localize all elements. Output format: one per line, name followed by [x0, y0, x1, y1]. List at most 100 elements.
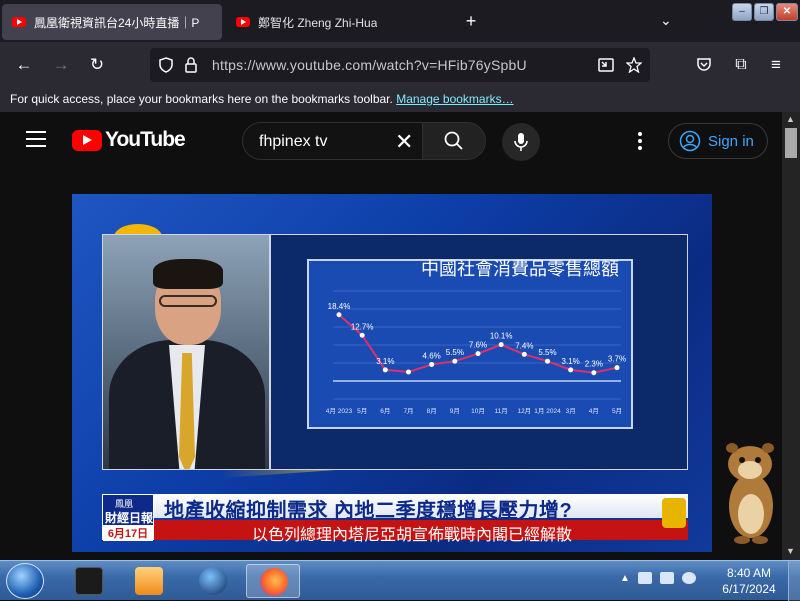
show-desktop-button[interactable] [788, 561, 800, 601]
media-player-icon [135, 567, 163, 595]
url-text: https://www.youtube.com/watch?v=HFib76yS… [212, 57, 527, 73]
url-bar[interactable]: https://www.youtube.com/watch?v=HFib76yS… [150, 48, 650, 82]
show-badge: 鳳凰 財經日報 6月17日 [102, 494, 154, 541]
data-point [521, 351, 527, 357]
clock-date: 6/17/2024 [722, 582, 776, 596]
taskbar-item-globe[interactable] [186, 564, 240, 598]
x-tick-label: 9月 [450, 407, 460, 415]
data-label: 3.7% [608, 355, 626, 364]
pocket-icon[interactable] [696, 56, 712, 72]
page-scrollbar[interactable]: ▲ ▼ [782, 112, 800, 560]
bookmarks-hint-text: For quick access, place your bookmarks h… [10, 92, 393, 106]
scroll-down-arrow-icon[interactable]: ▼ [786, 546, 795, 556]
data-label: 10.1% [490, 332, 513, 341]
presenter-hair [153, 259, 223, 289]
youtube-page: YouTube fhpinex tv ✕ Sign in 18.4% 4月 20… [0, 112, 782, 560]
navigation-toolbar: ← → ↻ https://www.youtube.com/watch?v=HF… [0, 42, 800, 88]
account-icon [679, 130, 701, 152]
settings-more-icon[interactable] [634, 132, 646, 152]
tab-label: 鄭智化 Zheng Zhi-Hua [258, 15, 378, 30]
scroll-up-arrow-icon[interactable]: ▲ [786, 114, 795, 124]
system-clock[interactable]: 8:40 AM 6/17/2024 [718, 565, 780, 597]
youtube-favicon-icon [12, 17, 26, 27]
x-tick-label: 1月 2024 [534, 407, 561, 415]
tab-phoenix-live[interactable]: 鳳凰衛視資訊台24小時直播｜P [2, 4, 222, 40]
x-tick-label: 6月 [380, 407, 390, 415]
tray-display-icon[interactable] [659, 572, 674, 584]
taskbar-item-media-player[interactable] [122, 564, 176, 598]
youtube-header: YouTube fhpinex tv ✕ Sign in [0, 112, 782, 170]
x-tick-label: 7月 [403, 407, 413, 415]
hamster-mascot-icon [726, 443, 774, 544]
presenter-glasses [159, 295, 217, 307]
system-tray: ▲ [620, 572, 696, 584]
data-point [568, 367, 574, 373]
reload-icon[interactable]: ↻ [86, 54, 108, 76]
data-label: 3.1% [562, 357, 580, 366]
minimize-button[interactable]: – [732, 3, 752, 21]
data-label: 5.5% [538, 348, 556, 357]
x-tick-label: 11月 [495, 407, 508, 415]
data-label: 18.4% [328, 302, 351, 311]
start-button-windows-icon[interactable] [6, 563, 44, 599]
x-tick-label: 12月 [517, 407, 531, 415]
extensions-puzzle-icon[interactable]: ⧉ [730, 54, 752, 76]
list-all-tabs-chevron-icon[interactable]: ⌄ [660, 12, 672, 29]
data-label: 7.4% [515, 341, 533, 350]
close-window-button[interactable]: ✕ [776, 3, 798, 21]
chart-panel: 18.4% 4月 2023 12.7% 5月 3.1% 6月 7月 4.6% 8月 5.5% 9月 7… [270, 234, 688, 470]
scrollbar-thumb[interactable] [785, 128, 797, 158]
data-label: 12.7% [351, 322, 374, 331]
sign-in-button[interactable]: Sign in [668, 123, 768, 159]
back-arrow-icon[interactable]: ← [13, 54, 35, 76]
app-menu-icon[interactable]: ≡ [765, 54, 787, 76]
lock-icon[interactable] [184, 56, 198, 74]
tab-bar: 鳳凰衛視資訊台24小時直播｜P 鄭智化 Zheng Zhi-Hua + ⌄ – … [0, 0, 800, 42]
video-player[interactable]: HD 18.4%4月 202312.7%5月3.1%6月7月4.6%8月5.5%… [72, 194, 712, 552]
taskbar-item-firefox[interactable] [246, 564, 300, 598]
x-tick-label: 3月 [566, 407, 576, 415]
hamburger-menu-icon[interactable] [26, 131, 46, 147]
data-point [336, 312, 342, 318]
data-point [359, 332, 365, 338]
voice-search-button[interactable] [502, 123, 540, 161]
taskbar-item-device[interactable] [62, 564, 116, 598]
tray-network-icon[interactable] [637, 572, 652, 584]
data-point [429, 361, 435, 367]
data-point [498, 342, 504, 348]
microphone-icon [514, 133, 528, 151]
x-tick-label: 8月 [427, 407, 437, 415]
search-query: fhpinex tv [259, 133, 328, 150]
search-input[interactable]: fhpinex tv ✕ [242, 122, 422, 160]
line-chart: 18.4% 4月 2023 12.7% 5月 3.1% 6月 7月 4.6% 8月 5.5% 9月 7… [326, 290, 626, 415]
black-box-app-icon [75, 567, 103, 595]
tray-volume-icon[interactable] [681, 572, 696, 584]
tab-zheng-zhihua[interactable]: 鄭智化 Zheng Zhi-Hua [226, 4, 456, 40]
youtube-play-icon [72, 129, 102, 151]
youtube-wordmark: YouTube [105, 128, 186, 151]
manage-bookmarks-link[interactable]: Manage bookmarks… [396, 92, 513, 106]
clock-time: 8:40 AM [726, 566, 772, 580]
restore-button[interactable]: ❐ [754, 3, 774, 21]
sign-in-label: Sign in [708, 132, 754, 150]
bookmark-star-icon[interactable] [626, 57, 642, 73]
data-point [475, 351, 481, 357]
tray-expand-chevron-icon[interactable]: ▲ [620, 573, 630, 584]
youtube-favicon-icon [236, 17, 250, 27]
show-date: 6月17日 [103, 525, 153, 541]
data-label: 3.1% [376, 357, 394, 366]
clear-search-icon[interactable]: ✕ [395, 129, 413, 155]
picture-in-picture-icon[interactable] [598, 57, 614, 73]
forward-arrow-icon[interactable]: → [50, 54, 72, 76]
youtube-logo[interactable]: YouTube [72, 128, 186, 152]
shield-icon[interactable] [158, 57, 174, 73]
search-icon [444, 131, 463, 150]
news-ticker: 以色列總理內塔尼亞胡宣佈戰時內閣已經解散 [152, 520, 688, 544]
bookmarks-toolbar: For quick access, place your bookmarks h… [0, 88, 800, 112]
chart-title: 中國社會消費品零售總額 [421, 259, 619, 279]
headline-bar: 地產收縮抑制需求 內地二季度穩增長壓力增? [102, 494, 688, 522]
data-label: 7.6% [469, 341, 487, 350]
data-point [591, 370, 597, 376]
search-button[interactable] [422, 122, 486, 160]
new-tab-plus-icon[interactable]: + [460, 10, 482, 32]
